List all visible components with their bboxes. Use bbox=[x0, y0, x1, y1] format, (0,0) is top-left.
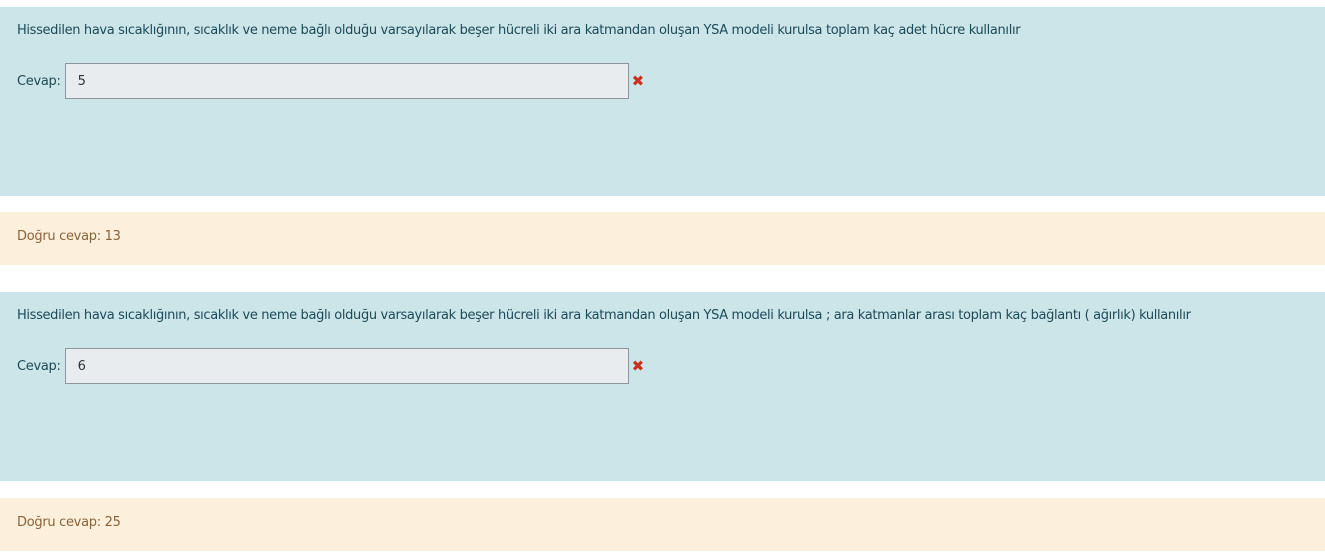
correct-answer: Doğru cevap: 25 bbox=[17, 515, 121, 530]
feedback-1: Doğru cevap: 13 bbox=[0, 212, 1325, 265]
incorrect-icon: ✖ bbox=[631, 72, 645, 90]
correct-answer: Doğru cevap: 13 bbox=[17, 229, 121, 244]
question-text: Hissedilen hava sıcaklığının, sıcaklık v… bbox=[17, 23, 1021, 38]
question-text: Hissedilen hava sıcaklığının, sıcaklık v… bbox=[17, 308, 1191, 323]
question-2: Hissedilen hava sıcaklığının, sıcaklık v… bbox=[0, 292, 1325, 481]
answer-label: Cevap: bbox=[17, 358, 61, 374]
question-1: Hissedilen hava sıcaklığının, sıcaklık v… bbox=[0, 7, 1325, 196]
incorrect-icon: ✖ bbox=[631, 357, 645, 375]
answer-label: Cevap: bbox=[17, 73, 61, 89]
answer-input[interactable] bbox=[64, 348, 629, 384]
feedback-2: Doğru cevap: 25 bbox=[0, 498, 1325, 551]
answer-input[interactable] bbox=[64, 63, 629, 99]
